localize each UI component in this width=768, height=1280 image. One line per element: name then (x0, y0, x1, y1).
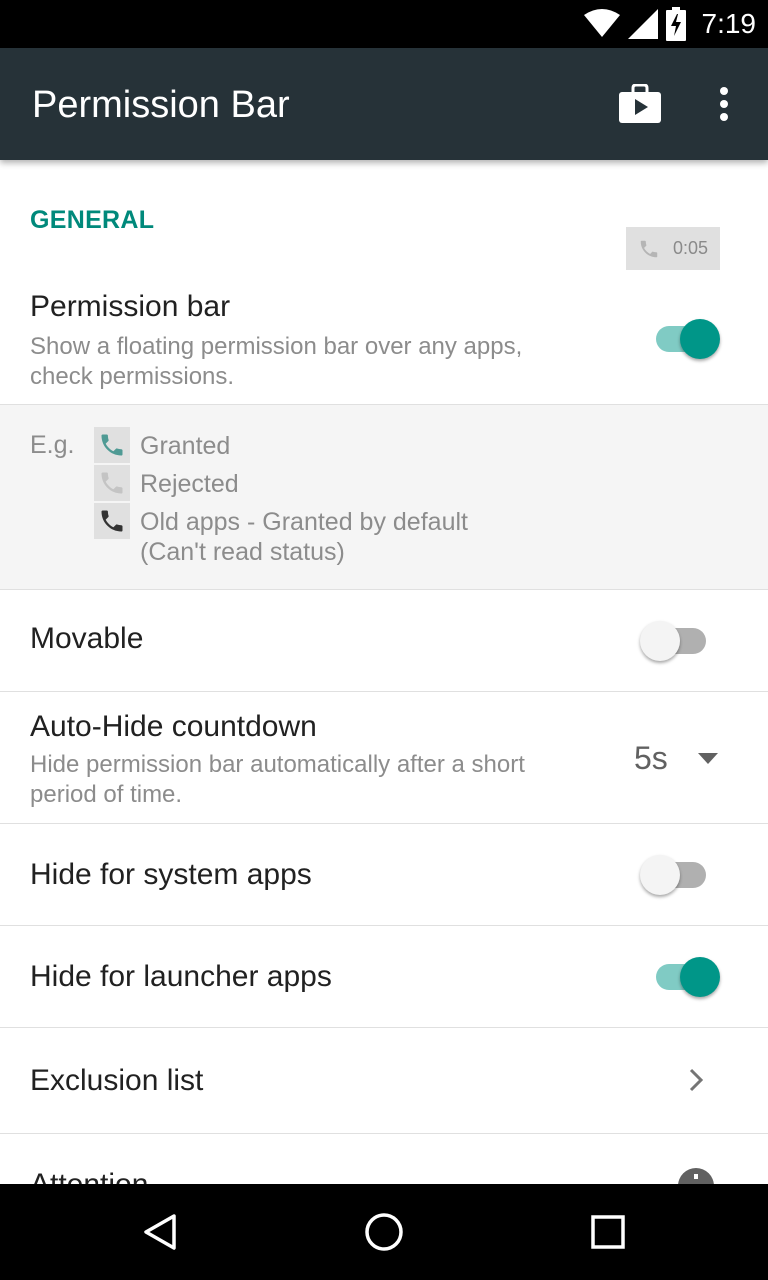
switch-thumb (680, 957, 720, 997)
legend-old-apps: Old apps - Granted by default (140, 508, 468, 536)
section-header-general: GENERAL (30, 206, 155, 234)
phone-old-apps-icon (94, 503, 130, 539)
attention-row[interactable]: Attention (0, 1134, 768, 1184)
exclusion-list-title: Exclusion list (30, 1064, 204, 1097)
back-icon (144, 1214, 176, 1250)
hide-launcher-apps-title: Hide for launcher apps (30, 960, 332, 993)
permission-bar-switch[interactable] (656, 313, 722, 363)
info-icon (678, 1168, 714, 1184)
auto-hide-value: 5s (634, 740, 668, 776)
recents-icon (591, 1215, 625, 1249)
auto-hide-row[interactable]: Auto-Hide countdown Hide permission bar … (0, 692, 768, 824)
hide-system-apps-title: Hide for system apps (30, 858, 312, 891)
navigation-bar (0, 1184, 768, 1280)
home-icon (365, 1213, 403, 1251)
legend-label: E.g. (30, 431, 75, 459)
status-bar: 7:19 (0, 0, 768, 48)
home-button[interactable] (356, 1204, 412, 1260)
exclusion-list-row[interactable]: Exclusion list (0, 1028, 768, 1134)
movable-switch[interactable] (640, 615, 706, 665)
app-bar: Permission Bar (0, 48, 768, 160)
back-button[interactable] (132, 1204, 188, 1260)
switch-thumb (680, 319, 720, 359)
permission-bar-preview: 0:05 (626, 227, 720, 270)
battery-charging-icon (665, 7, 686, 41)
page-title: Permission Bar (32, 84, 290, 126)
recents-button[interactable] (580, 1204, 636, 1260)
hide-system-apps-row[interactable]: Hide for system apps (0, 824, 768, 926)
legend-old-apps-note: (Can't read status) (140, 538, 345, 566)
permission-legend: E.g. Granted Rejected Old apps - Granted… (0, 404, 768, 590)
chevron-right-icon (689, 1068, 704, 1092)
attention-title: Attention (30, 1168, 148, 1184)
legend-granted: Granted (140, 432, 231, 460)
phone-granted-icon (94, 427, 130, 463)
wifi-icon (583, 9, 620, 37)
status-clock: 7:19 (701, 8, 757, 39)
permission-bar-row[interactable]: Permission bar Show a floating permissio… (0, 270, 768, 404)
overflow-menu-button[interactable] (696, 76, 752, 132)
permission-bar-title: Permission bar (30, 290, 231, 323)
legend-rejected: Rejected (140, 470, 239, 498)
overflow-menu-icon (720, 87, 728, 121)
auto-hide-subtitle: Hide permission bar automatically after … (30, 751, 525, 808)
dropdown-arrow-icon (697, 752, 718, 764)
preview-time: 0:05 (672, 238, 708, 258)
hide-launcher-apps-row[interactable]: Hide for launcher apps (0, 926, 768, 1028)
phone-rejected-icon (94, 465, 130, 501)
play-store-icon (619, 84, 661, 123)
movable-title: Movable (30, 622, 144, 655)
phone-icon (640, 240, 658, 257)
settings-list: GENERAL 0:05 Permission bar Show a float… (0, 160, 768, 1184)
play-store-button[interactable] (612, 76, 668, 132)
hide-launcher-apps-switch[interactable] (656, 951, 722, 1001)
auto-hide-title: Auto-Hide countdown (30, 710, 317, 743)
movable-row[interactable]: Movable (0, 590, 768, 692)
switch-thumb (640, 855, 680, 895)
switch-thumb (640, 621, 680, 661)
auto-hide-select[interactable]: 5s (634, 740, 718, 777)
status-icons: 7:19 (583, 0, 757, 48)
hide-system-apps-switch[interactable] (640, 849, 706, 899)
permission-bar-subtitle: Show a floating permission bar over any … (30, 333, 523, 390)
cell-signal-icon (627, 9, 658, 39)
